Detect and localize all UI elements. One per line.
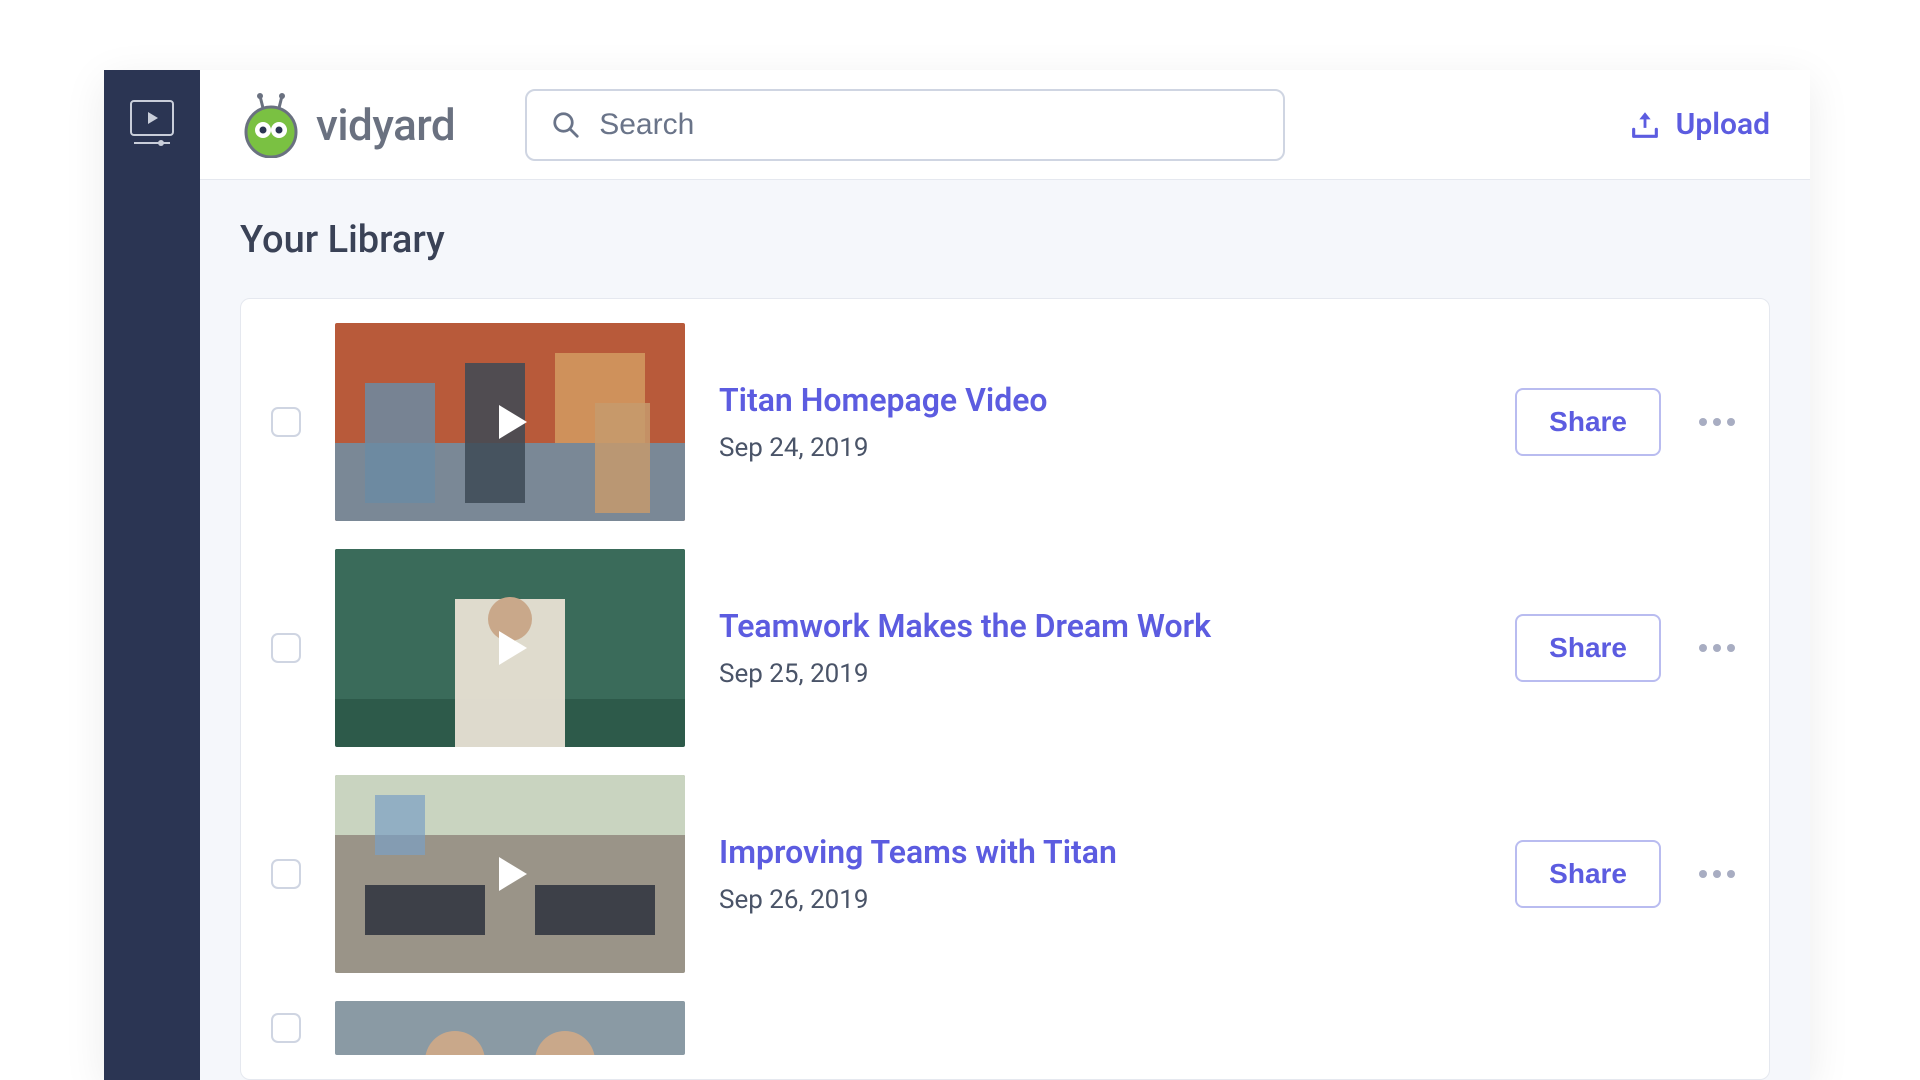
search-icon: [551, 110, 581, 140]
play-icon: [485, 397, 535, 447]
row-actions: Share: [1515, 840, 1743, 908]
video-row: Titan Homepage Video Sep 24, 2019 Share: [265, 323, 1749, 521]
select-checkbox[interactable]: [271, 407, 301, 437]
video-thumbnail[interactable]: [335, 549, 685, 747]
video-row: Teamwork Makes the Dream Work Sep 25, 20…: [265, 549, 1749, 747]
more-options-icon[interactable]: [1691, 636, 1743, 660]
search-input[interactable]: [599, 108, 1259, 142]
page-title: Your Library: [240, 218, 1770, 262]
video-row: [265, 1001, 1749, 1055]
video-title-link[interactable]: Improving Teams with Titan: [719, 833, 1481, 871]
video-thumbnail[interactable]: [335, 1001, 685, 1055]
select-checkbox[interactable]: [271, 1013, 301, 1043]
video-meta: Titan Homepage Video Sep 24, 2019: [719, 381, 1481, 463]
video-title-link[interactable]: Teamwork Makes the Dream Work: [719, 607, 1481, 645]
video-title-link[interactable]: Titan Homepage Video: [719, 381, 1481, 419]
video-thumbnail[interactable]: [335, 775, 685, 973]
upload-label: Upload: [1676, 107, 1770, 142]
video-thumbnail[interactable]: [335, 323, 685, 521]
more-options-icon[interactable]: [1691, 410, 1743, 434]
brand-name: vidyard: [316, 99, 455, 151]
app-frame: vidyard Upload Your Library: [104, 70, 1810, 1080]
select-checkbox[interactable]: [271, 859, 301, 889]
play-icon: [485, 849, 535, 899]
more-options-icon[interactable]: [1691, 862, 1743, 886]
share-button[interactable]: Share: [1515, 840, 1661, 908]
vertical-nav: [104, 70, 200, 1080]
play-icon: [485, 623, 535, 673]
brand-logo[interactable]: vidyard: [238, 92, 455, 158]
video-date: Sep 25, 2019: [719, 659, 1481, 689]
upload-button[interactable]: Upload: [1628, 107, 1770, 142]
video-meta: Teamwork Makes the Dream Work Sep 25, 20…: [719, 607, 1481, 689]
top-bar: vidyard Upload: [200, 70, 1810, 180]
row-actions: Share: [1515, 614, 1743, 682]
video-date: Sep 26, 2019: [719, 885, 1481, 915]
brand-mark-icon: [238, 92, 304, 158]
nav-video-library-icon[interactable]: [130, 100, 174, 136]
video-meta: Improving Teams with Titan Sep 26, 2019: [719, 833, 1481, 915]
main-area: vidyard Upload Your Library: [200, 70, 1810, 1080]
video-row: Improving Teams with Titan Sep 26, 2019 …: [265, 775, 1749, 973]
upload-icon: [1628, 108, 1662, 142]
content-area: Your Library: [200, 180, 1810, 1080]
select-checkbox[interactable]: [271, 633, 301, 663]
video-list: Titan Homepage Video Sep 24, 2019 Share: [240, 298, 1770, 1080]
share-button[interactable]: Share: [1515, 614, 1661, 682]
row-actions: Share: [1515, 388, 1743, 456]
share-button[interactable]: Share: [1515, 388, 1661, 456]
video-date: Sep 24, 2019: [719, 433, 1481, 463]
search-field[interactable]: [525, 89, 1285, 161]
